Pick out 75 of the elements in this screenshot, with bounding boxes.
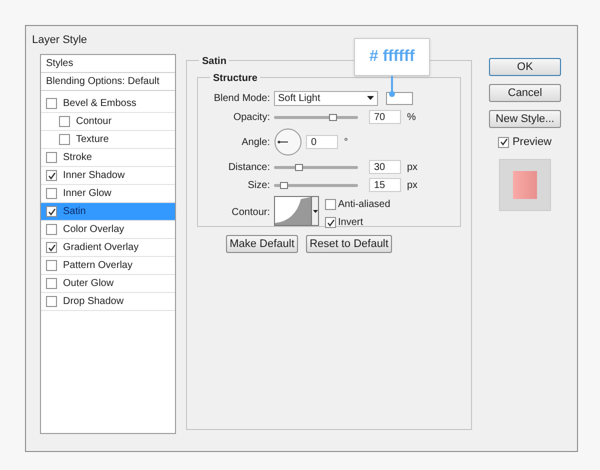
field-label: Size:: [246, 178, 271, 192]
dialog-button[interactable]: Cancel: [489, 84, 561, 102]
field-label: Contour:: [230, 206, 271, 220]
style-list-item[interactable]: Gradient Overlay: [41, 239, 175, 257]
unit-label: °: [344, 136, 348, 150]
style-label: Stroke: [63, 151, 92, 165]
unit-label: px: [407, 160, 418, 174]
style-label: Satin: [63, 205, 86, 219]
value-field[interactable]: 30: [369, 160, 401, 174]
style-list-item[interactable]: Outer Glow: [41, 275, 175, 293]
caret-icon: [367, 96, 374, 100]
angle-dial[interactable]: [274, 128, 302, 156]
option-label: Invert: [338, 216, 364, 230]
preview-label: Preview: [512, 135, 552, 150]
style-label: Inner Glow: [63, 187, 112, 201]
blend-mode-dropdown[interactable]: Soft Light: [274, 90, 378, 106]
style-label: Inner Shadow: [63, 169, 125, 183]
preview-swatch: [513, 170, 537, 198]
list-header: Styles: [46, 57, 74, 71]
window-title: Layer Style: [32, 32, 88, 48]
option-label: Anti-aliased: [338, 198, 390, 212]
style-list-item[interactable]: Contour: [41, 113, 175, 131]
caret-icon: [312, 210, 318, 212]
checkbox[interactable]: [325, 217, 336, 228]
checkbox[interactable]: [46, 98, 57, 109]
value-field[interactable]: 70: [369, 110, 401, 124]
value-field[interactable]: 15: [369, 178, 401, 192]
field-label: Blend Mode:: [212, 92, 271, 106]
style-list-item[interactable]: Inner Shadow: [41, 167, 175, 185]
slider-thumb[interactable]: [328, 114, 337, 120]
style-label: Drop Shadow: [63, 295, 124, 309]
checkbox[interactable]: [59, 134, 70, 145]
style-list-item[interactable]: Texture: [41, 131, 175, 149]
field-label: Distance:: [227, 160, 271, 174]
checkbox[interactable]: [498, 136, 510, 148]
style-list-item[interactable]: Color Overlay: [41, 221, 175, 239]
dialog-button[interactable]: New Style...: [489, 110, 561, 128]
style-label: Bevel & Emboss: [63, 97, 136, 111]
checkbox[interactable]: [46, 224, 57, 235]
style-list-item[interactable]: Stroke: [41, 149, 175, 167]
checkbox[interactable]: [46, 152, 57, 163]
dialog-button[interactable]: Reset to Default: [306, 235, 392, 253]
style-list-item[interactable]: Drop Shadow: [41, 293, 175, 311]
value-field[interactable]: 0: [306, 135, 338, 149]
contour-picker[interactable]: [274, 196, 319, 226]
pointer-pin-icon: [388, 76, 396, 98]
blending-options-item[interactable]: Blending Options: Default: [41, 73, 175, 91]
dialog-button[interactable]: OK: [489, 58, 561, 76]
color-swatch[interactable]: [386, 92, 413, 104]
checkbox[interactable]: [325, 199, 336, 210]
field-label: Angle:: [240, 136, 271, 150]
tooltip-text: # ffffff: [369, 47, 415, 67]
checkbox[interactable]: [46, 170, 57, 181]
style-label: Outer Glow: [63, 277, 114, 291]
style-label: Contour: [76, 115, 112, 129]
checkbox[interactable]: [59, 116, 70, 127]
checkbox[interactable]: [46, 188, 57, 199]
checkbox[interactable]: [46, 260, 57, 271]
slider-thumb[interactable]: [280, 182, 288, 188]
style-list-item[interactable]: Pattern Overlay: [41, 257, 175, 275]
field-label: Opacity:: [232, 110, 271, 124]
style-label: Color Overlay: [63, 223, 124, 237]
style-label: Pattern Overlay: [63, 259, 132, 273]
style-list-item[interactable]: Satin: [41, 203, 175, 221]
checkbox[interactable]: [46, 278, 57, 289]
dialog-button[interactable]: Make Default: [226, 235, 298, 253]
style-list-item[interactable]: Bevel & Emboss: [41, 95, 175, 113]
unit-label: %: [407, 110, 416, 124]
checkbox[interactable]: [46, 242, 57, 253]
style-label: Texture: [76, 133, 109, 147]
unit-label: px: [407, 178, 418, 192]
checkbox[interactable]: [46, 296, 57, 307]
style-label: Gradient Overlay: [63, 241, 139, 255]
checkbox[interactable]: [46, 206, 57, 217]
slider-thumb[interactable]: [295, 164, 304, 170]
